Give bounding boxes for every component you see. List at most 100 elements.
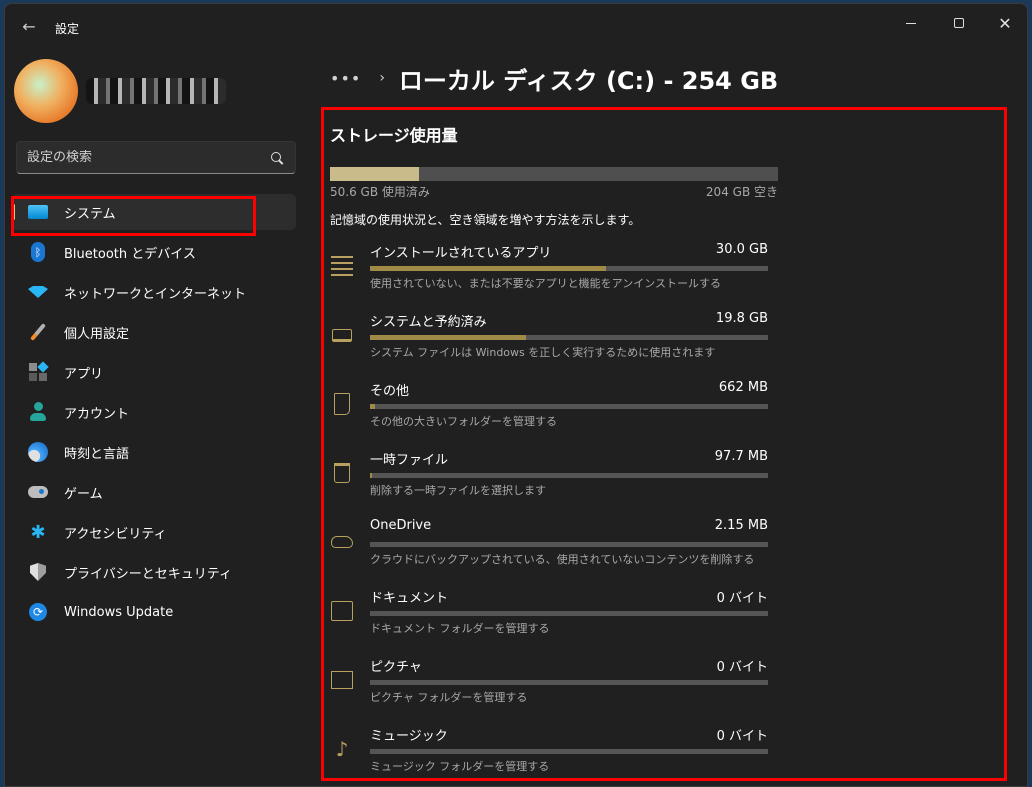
sidebar-item-label: システム — [64, 206, 116, 222]
category-name: システムと予約済み — [370, 315, 487, 330]
category-bar — [370, 749, 768, 754]
category-pictures[interactable]: ピクチャ 0 バイト ピクチャ フォルダーを管理する — [330, 656, 778, 725]
category-name: 一時ファイル — [370, 453, 449, 468]
user-profile[interactable] — [14, 58, 226, 124]
category-size: 19.8 GB — [715, 311, 768, 326]
category-name: OneDrive — [370, 518, 432, 533]
laptop-icon — [330, 323, 354, 347]
maximize-icon — [954, 18, 964, 28]
sidebar-item-label: アプリ — [64, 366, 104, 382]
used-label: 50.6 GB 使用済み — [330, 185, 430, 199]
category-bar-fill — [370, 335, 526, 340]
back-arrow-icon: ← — [22, 17, 36, 36]
category-description: 削除する一時ファイルを選択します — [370, 484, 546, 497]
category-bar — [370, 266, 768, 271]
category-description: その他の大きいフォルダーを管理する — [370, 415, 557, 428]
category-description: クラウドにバックアップされている、使用されていないコンテンツを削除する — [370, 553, 755, 566]
category-bar-fill — [370, 473, 372, 478]
sidebar-item-network[interactable]: ネットワークとインターネット — [12, 274, 296, 310]
category-installed-apps[interactable]: インストールされているアプリ 30.0 GB 使用されていない、または不要なアプ… — [330, 242, 778, 311]
category-bar-fill — [370, 404, 376, 409]
category-size: 2.15 MB — [714, 518, 768, 533]
sidebar-item-label: Windows Update — [64, 604, 174, 620]
category-bar-fill — [370, 266, 606, 271]
sidebar-item-accessibility[interactable]: ✱ アクセシビリティ — [12, 514, 296, 550]
storage-content: ストレージ使用量 50.6 GB 使用済み 204 GB 空き 記憶域の使用状況… — [330, 112, 780, 787]
back-button[interactable]: ← — [17, 16, 41, 38]
sidebar-item-windows-update[interactable]: ⟳ Windows Update — [12, 594, 296, 630]
category-documents[interactable]: ドキュメント 0 バイト ドキュメント フォルダーを管理する — [330, 587, 778, 656]
close-icon: ✕ — [998, 13, 1012, 33]
sidebar-item-label: プライバシーとセキュリティ — [64, 566, 232, 582]
minimize-button[interactable] — [889, 10, 933, 36]
user-name-obscured — [86, 78, 226, 104]
sidebar-item-system[interactable]: システム — [12, 194, 296, 230]
storage-usage-bar — [330, 167, 778, 181]
sidebar-item-personalization[interactable]: 個人用設定 — [12, 314, 296, 350]
sidebar-item-bluetooth[interactable]: ᛒ Bluetooth とデバイス — [12, 234, 296, 270]
category-name: ミュージック — [370, 729, 448, 744]
sidebar-item-time-language[interactable]: 時刻と言語 — [12, 434, 296, 470]
sidebar-item-privacy[interactable]: プライバシーとセキュリティ — [12, 554, 296, 590]
settings-search[interactable] — [16, 141, 296, 174]
category-size: 662 MB — [718, 380, 768, 395]
category-name: その他 — [370, 384, 410, 399]
sidebar-item-accounts[interactable]: アカウント — [12, 394, 296, 430]
cloud-icon — [330, 530, 354, 554]
sidebar-item-label: アカウント — [64, 406, 130, 422]
category-bar — [370, 335, 768, 340]
time-language-icon — [28, 442, 48, 462]
category-size: 0 バイト — [716, 660, 768, 675]
category-name: ピクチャ — [370, 660, 422, 675]
category-bar — [370, 404, 768, 409]
sidebar-item-label: ネットワークとインターネット — [64, 286, 247, 302]
app-list-icon — [330, 254, 354, 278]
category-music[interactable]: ♪ ミュージック 0 バイト ミュージック フォルダーを管理する — [330, 725, 778, 787]
maximize-button[interactable] — [937, 10, 981, 36]
category-other[interactable]: その他 662 MB その他の大きいフォルダーを管理する — [330, 380, 778, 449]
music-note-icon: ♪ — [335, 737, 349, 761]
category-bar — [370, 542, 768, 547]
category-name: ドキュメント — [370, 591, 449, 606]
category-onedrive[interactable]: OneDrive 2.15 MB クラウドにバックアップされている、使用されてい… — [330, 518, 778, 587]
update-icon: ⟳ — [28, 602, 48, 622]
sidebar-item-label: Bluetooth とデバイス — [64, 246, 196, 262]
storage-usage-bar-fill — [330, 167, 420, 181]
category-description: ミュージック フォルダーを管理する — [370, 760, 550, 773]
sidebar-item-label: ゲーム — [64, 486, 103, 502]
category-size: 97.7 MB — [714, 449, 768, 464]
category-list: インストールされているアプリ 30.0 GB 使用されていない、または不要なアプ… — [330, 242, 778, 787]
sidebar-nav: システム ᛒ Bluetooth とデバイス ネットワークとインターネット 個人… — [12, 194, 296, 634]
avatar — [14, 59, 78, 123]
category-description: ピクチャ フォルダーを管理する — [370, 691, 528, 704]
trash-icon — [330, 461, 354, 485]
category-system-reserved[interactable]: システムと予約済み 19.8 GB システム ファイルは Windows を正し… — [330, 311, 778, 380]
free-label: 204 GB 空き — [705, 185, 778, 199]
sidebar-item-label: 時刻と言語 — [64, 446, 130, 462]
wifi-icon — [28, 282, 48, 302]
search-input[interactable] — [27, 150, 269, 165]
sidebar-item-label: アクセシビリティ — [64, 526, 167, 542]
gamepad-icon — [28, 482, 48, 502]
bluetooth-icon: ᛒ — [28, 242, 48, 262]
storage-description: 記憶域の使用状況と、空き領域を増やす方法を示します。 — [330, 213, 641, 227]
paintbrush-icon — [28, 322, 48, 342]
category-description: 使用されていない、または不要なアプリと機能をアンインストールする — [370, 277, 722, 290]
close-button[interactable]: ✕ — [983, 10, 1027, 36]
breadcrumb-more-button[interactable]: ••• — [330, 69, 361, 88]
sidebar-item-gaming[interactable]: ゲーム — [12, 474, 296, 510]
section-title: ストレージ使用量 — [330, 126, 458, 145]
minimize-icon — [906, 22, 916, 24]
accessibility-icon: ✱ — [30, 521, 46, 543]
sidebar-item-apps[interactable]: アプリ — [12, 354, 296, 390]
picture-icon — [330, 668, 354, 692]
storage-usage-labels: 50.6 GB 使用済み 204 GB 空き — [330, 183, 778, 200]
category-bar — [370, 611, 768, 616]
page-title: ローカル ディスク (C:) - 254 GB — [398, 66, 779, 95]
category-size: 0 バイト — [716, 591, 768, 606]
category-name: インストールされているアプリ — [370, 246, 552, 261]
category-temp-files[interactable]: 一時ファイル 97.7 MB 削除する一時ファイルを選択します — [330, 449, 778, 518]
category-bar — [370, 473, 768, 478]
search-icon[interactable] — [269, 150, 285, 166]
title-bar: ← 設定 ✕ — [5, 4, 1027, 48]
